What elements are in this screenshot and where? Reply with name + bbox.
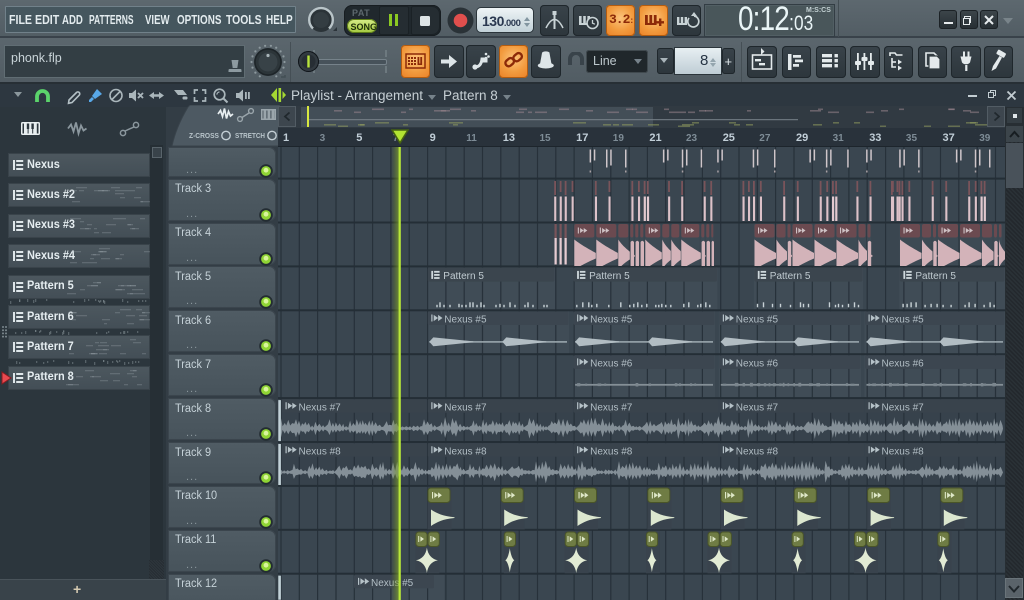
svg-text:Nexus #7: Nexus #7: [590, 402, 633, 413]
svg-text:Nexus #6: Nexus #6: [590, 359, 633, 370]
svg-text:Nexus #7: Nexus #7: [444, 402, 487, 413]
svg-text:Nexus #8: Nexus #8: [299, 446, 342, 457]
svg-text:Nexus #5: Nexus #5: [444, 315, 487, 326]
svg-text:Nexus #8: Nexus #8: [736, 446, 779, 457]
svg-text:Nexus #7: Nexus #7: [299, 402, 342, 413]
svg-text:Pattern 5: Pattern 5: [915, 271, 956, 282]
svg-text:Nexus #5: Nexus #5: [882, 315, 925, 326]
svg-text:Pattern 5: Pattern 5: [589, 271, 630, 282]
svg-text:Nexus #8: Nexus #8: [444, 446, 487, 457]
svg-text:Nexus #7: Nexus #7: [882, 402, 925, 413]
svg-text:STRETCH: STRETCH: [235, 131, 265, 140]
svg-text:Nexus #5: Nexus #5: [590, 315, 633, 326]
svg-text:Nexus #8: Nexus #8: [590, 446, 633, 457]
svg-text:Nexus #5: Nexus #5: [736, 315, 779, 326]
svg-text:Nexus #6: Nexus #6: [882, 359, 925, 370]
svg-text:Nexus #6: Nexus #6: [736, 359, 779, 370]
svg-text:Z-CROSS: Z-CROSS: [189, 131, 219, 140]
svg-text:Pattern 5: Pattern 5: [443, 271, 484, 282]
svg-text:Nexus #8: Nexus #8: [882, 446, 925, 457]
svg-text:Pattern 5: Pattern 5: [770, 271, 811, 282]
svg-text:Nexus #7: Nexus #7: [736, 402, 779, 413]
